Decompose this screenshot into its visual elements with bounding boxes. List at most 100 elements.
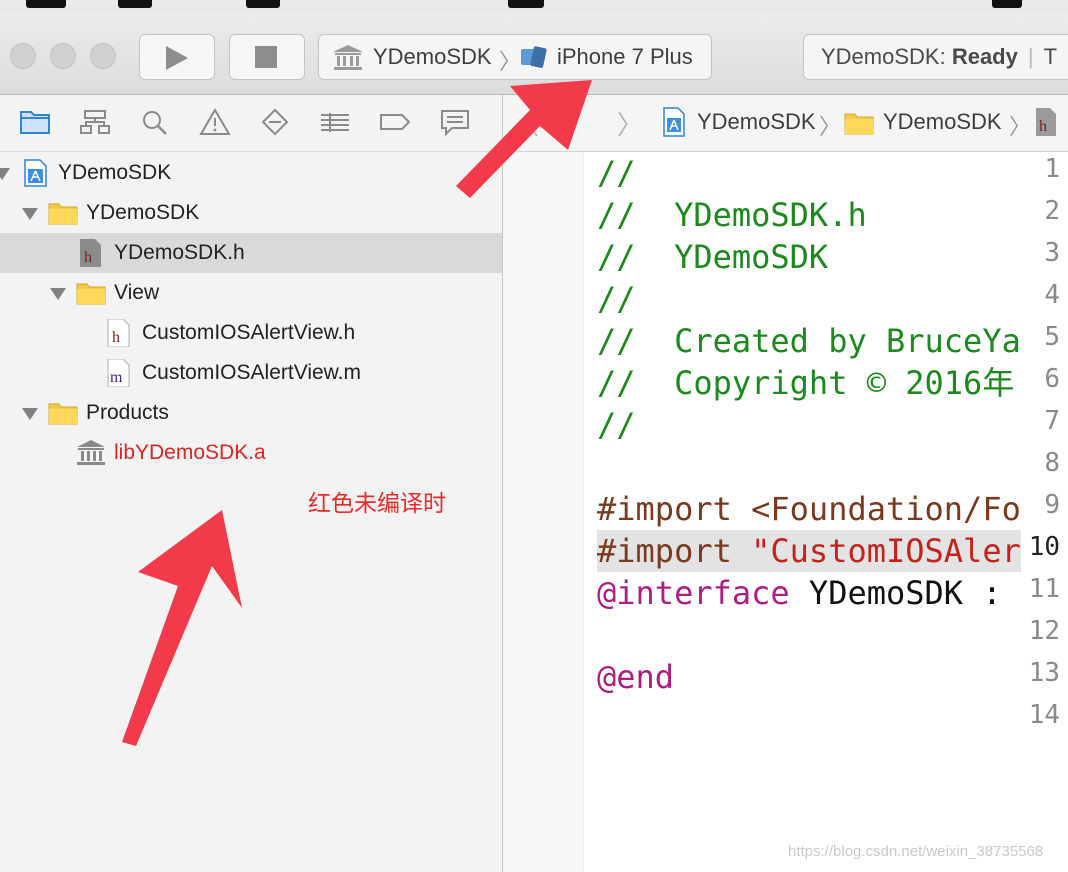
search-icon[interactable] (138, 107, 172, 137)
tree-label: YDemoSDK (86, 201, 200, 224)
status-state: Ready (951, 44, 1018, 69)
run-button[interactable] (139, 34, 215, 80)
code-line[interactable]: // Copyright © 2016年 (597, 362, 1014, 404)
folder-icon (844, 113, 874, 135)
folder-icon (76, 283, 106, 305)
import-path: <Foundation/Fo (751, 490, 1021, 528)
folder-icon[interactable] (18, 107, 52, 137)
forward-icon[interactable]: 〉 (617, 105, 643, 142)
status-text: YDemoSDK: Ready | T (821, 44, 1057, 70)
svg-text:m: m (110, 369, 123, 386)
line-number: 8 (1044, 448, 1060, 478)
import-path: "CustomIOSAler (751, 532, 1021, 570)
folder-icon (48, 403, 78, 425)
code-line[interactable]: #import "CustomIOSAler (597, 530, 1021, 572)
scheme-project-label: YDemoSDK (373, 44, 492, 69)
chevron-right-icon: 〉 (499, 49, 522, 74)
preprocessor-token: #import (597, 532, 752, 570)
tree-label: Products (86, 401, 169, 424)
navigator-tabs (0, 95, 502, 152)
implementation-file-icon: m (107, 359, 130, 387)
stop-button[interactable] (229, 34, 305, 80)
list-icon[interactable] (318, 107, 352, 137)
code-line[interactable]: @end (597, 656, 674, 698)
line-number-gutter (503, 152, 584, 872)
tree-row-file[interactable]: m CustomIOSAlertView.m (0, 353, 502, 393)
status-divider: | (1027, 44, 1034, 69)
breakpoint-icon[interactable] (258, 107, 292, 137)
code-line[interactable]: // (597, 278, 636, 320)
tree-row-file[interactable]: libYDemoSDK.a (0, 433, 502, 473)
keyword-token: @interface (597, 574, 790, 612)
tree-row-file[interactable]: h CustomIOSAlertView.h (0, 313, 502, 353)
stop-icon (255, 46, 277, 68)
close-window-button[interactable] (10, 43, 36, 69)
tree-label-missing: libYDemoSDK.a (114, 441, 266, 464)
line-number: 1 (1044, 154, 1060, 184)
warning-icon[interactable] (198, 107, 232, 137)
svg-text:h: h (84, 249, 92, 266)
tree-label: CustomIOSAlertView.m (142, 361, 362, 384)
source-editor[interactable]: 〈 〉 YDemoSDK 〉 YDemoSDK 〉 h 1 2 3 4 5 6 7 8 9 10 1… (503, 95, 1068, 872)
comment-icon[interactable] (438, 107, 472, 137)
code-line[interactable]: // YDemoSDK.h (597, 194, 867, 236)
tree-label: YDemoSDK.h (114, 241, 245, 264)
disclosure-triangle-icon[interactable] (0, 168, 10, 180)
line-number: 3 (1044, 238, 1060, 268)
scheme-selector[interactable]: YDemoSDK 〉 iPhone 7 Plus (318, 34, 712, 80)
back-icon[interactable]: 〈 (513, 105, 539, 142)
line-number: 11 (1028, 574, 1060, 604)
chevron-right-icon: 〉 (819, 114, 842, 139)
header-file-icon: h (1036, 108, 1056, 136)
menu-bar (0, 0, 1068, 14)
menu-icon (26, 0, 66, 8)
tree-label: View (114, 281, 160, 304)
breadcrumb[interactable]: YDemoSDK (883, 109, 1002, 135)
menu-icon (992, 0, 1022, 8)
minimize-window-button[interactable] (50, 43, 76, 69)
disclosure-triangle-icon[interactable] (22, 208, 38, 220)
header-file-icon: h (107, 319, 130, 347)
line-number: 7 (1044, 406, 1060, 436)
line-number: 13 (1028, 658, 1060, 688)
scheme-device-label: iPhone 7 Plus (557, 44, 693, 69)
zoom-window-button[interactable] (90, 43, 116, 69)
code-line[interactable]: // (597, 152, 636, 194)
tree-row-folder[interactable]: View (0, 273, 502, 313)
code-line[interactable]: @interface YDemoSDK : (597, 572, 1002, 614)
code-line[interactable]: // (597, 404, 636, 446)
line-number: 14 (1028, 700, 1060, 730)
line-number: 2 (1044, 196, 1060, 226)
chevron-right-icon: 〉 (1009, 114, 1032, 139)
line-number: 12 (1028, 616, 1060, 646)
tree-row-project[interactable]: YDemoSDK (0, 153, 502, 193)
project-icon (24, 159, 47, 187)
library-icon (333, 45, 363, 70)
play-icon (166, 46, 188, 70)
activity-status: YDemoSDK: Ready | T (803, 34, 1068, 80)
menu-icon (118, 0, 152, 8)
preprocessor-token: #import (597, 490, 752, 528)
code-line[interactable]: #import <Foundation/Fo (597, 488, 1021, 530)
status-prefix: YDemoSDK: (821, 44, 952, 69)
tree-row-file-selected[interactable]: h YDemoSDK.h (0, 233, 502, 273)
disclosure-triangle-icon[interactable] (22, 408, 38, 420)
jump-bar: 〈 〉 YDemoSDK 〉 YDemoSDK 〉 h (503, 95, 1068, 152)
tag-icon[interactable] (378, 107, 412, 137)
tree-label: YDemoSDK (58, 161, 172, 184)
code-line[interactable]: // Created by BruceYa (597, 320, 1021, 362)
tree-row-folder[interactable]: YDemoSDK (0, 193, 502, 233)
code-line[interactable]: // YDemoSDK (597, 236, 828, 278)
tree-row-folder[interactable]: Products (0, 393, 502, 433)
header-file-icon: h (80, 239, 101, 267)
breadcrumb[interactable]: YDemoSDK (697, 109, 816, 135)
status-more: T (1043, 44, 1058, 69)
hierarchy-icon[interactable] (78, 107, 112, 137)
watermark: https://blog.csdn.net/weixin_38735568 (788, 843, 1044, 860)
disclosure-triangle-icon[interactable] (50, 288, 66, 300)
svg-text:h: h (112, 329, 120, 346)
annotation-text: 红色未编译时 (308, 490, 446, 516)
identifier-token: YDemoSDK : (789, 574, 1002, 612)
line-number: 4 (1044, 280, 1060, 310)
library-icon (77, 440, 105, 465)
